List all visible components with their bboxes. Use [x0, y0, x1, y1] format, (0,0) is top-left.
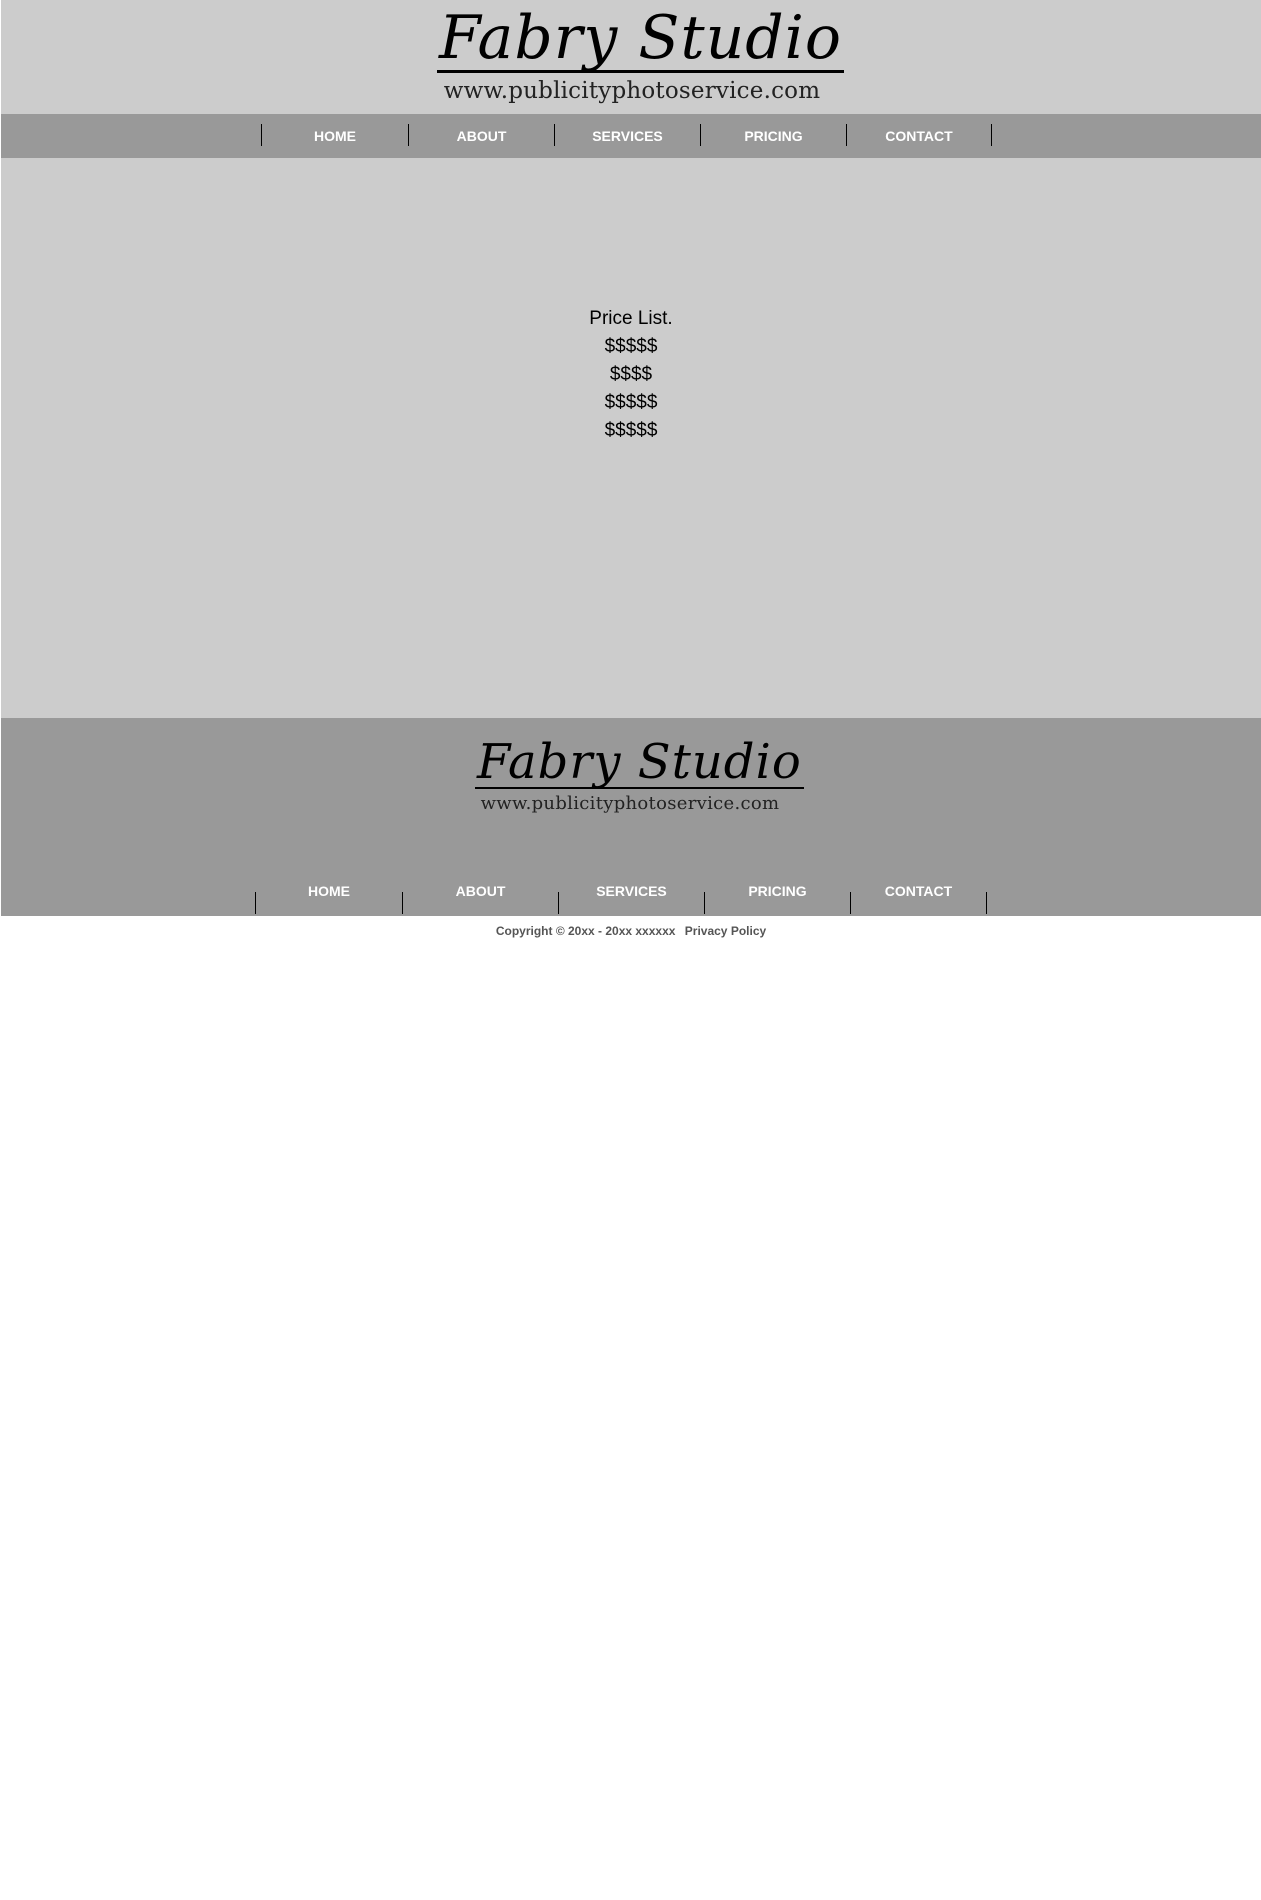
footer-logo[interactable]: Fabry Studio www.publicityphotoservice.c… [475, 738, 804, 814]
nav-item-pricing[interactable]: PRICING [701, 114, 846, 158]
footer-nav: HOME ABOUT SERVICES PRICING CONTACT [1, 866, 1261, 916]
footer-nav-item-pricing[interactable]: PRICING [705, 866, 850, 916]
footer-nav-item-services[interactable]: SERVICES [559, 866, 704, 916]
nav-item-about[interactable]: ABOUT [409, 114, 554, 158]
footer-nav-item-home[interactable]: HOME [256, 866, 402, 916]
main-nav: HOME ABOUT SERVICES PRICING CONTACT [1, 114, 1261, 158]
main-content: Price List. $$$$$ $$$$ $$$$$ $$$$$ [1, 158, 1261, 718]
price-item: $$$$$ [604, 392, 658, 413]
logo-title: Fabry Studio [437, 3, 844, 73]
price-item: $$$$$ [604, 420, 658, 441]
nav-item-home[interactable]: HOME [262, 114, 408, 158]
price-item: $$$$$ [604, 336, 658, 357]
footer-logo-url: www.publicityphotoservice.com [480, 793, 780, 814]
privacy-policy-link[interactable]: Privacy Policy [685, 924, 766, 938]
logo-url: www.publicityphotoservice.com [443, 78, 821, 104]
footer-logo-title: Fabry Studio [475, 734, 804, 790]
nav-divider [986, 892, 987, 914]
copyright-text: Copyright © 20xx - 20xx xxxxxx [495, 924, 676, 938]
nav-divider [991, 124, 992, 146]
header-logo[interactable]: Fabry Studio www.publicityphotoservice.c… [437, 8, 844, 104]
site-footer: Fabry Studio www.publicityphotoservice.c… [1, 718, 1261, 916]
site-header: Fabry Studio www.publicityphotoservice.c… [1, 0, 1261, 114]
nav-item-services[interactable]: SERVICES [555, 114, 700, 158]
price-list-heading: Price List. [589, 308, 673, 329]
price-item: $$$$ [609, 364, 653, 385]
footer-nav-item-contact[interactable]: CONTACT [851, 866, 986, 916]
nav-item-contact[interactable]: CONTACT [847, 114, 991, 158]
copyright-bar: Copyright © 20xx - 20xx xxxxxx Privacy P… [1, 924, 1261, 938]
price-list: Price List. $$$$$ $$$$ $$$$$ $$$$$ [1, 305, 1261, 445]
footer-nav-item-about[interactable]: ABOUT [403, 866, 558, 916]
